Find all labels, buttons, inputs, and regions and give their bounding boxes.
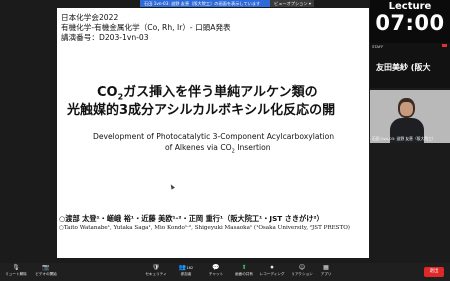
authors-japanese: ○渡部 太登¹・嵯峨 裕¹・近藤 美欧¹·²・正岡 重行¹（阪大院工¹・JST … xyxy=(59,214,324,223)
presenter-face xyxy=(400,102,413,116)
video-camera-icon: 📷 xyxy=(42,264,50,271)
start-video-button[interactable]: 📷 ビデオの開始 xyxy=(32,263,60,281)
lecture-timer: Lecture 07:00 xyxy=(370,0,450,43)
participants-button[interactable]: 👥162 参加者 xyxy=(172,263,200,281)
title-en-end: Insertion xyxy=(234,143,271,152)
view-options-menu[interactable]: ビューオプション ▾ xyxy=(270,0,314,7)
speaker-name: 友田美紗 (阪大 xyxy=(376,63,431,72)
presenter-label: 石田 1vn-03: 滋野 友恵（阪大院工） xyxy=(372,136,436,141)
lecture-time: 07:00 xyxy=(375,11,445,35)
presenter-video-tile[interactable]: 石田 1vn-03: 滋野 友恵（阪大院工） xyxy=(370,90,450,143)
authors-english: ○Taito Watanabe¹, Yutaka Saga¹, Mio Kond… xyxy=(59,225,350,231)
shared-slide: 日本化学会2022 有機化学-有機金属化学（Co, Rh, Ir）- 口頭A発表… xyxy=(57,8,369,258)
title-rest: ガス挿入を伴う単純アルケン類の xyxy=(123,85,318,100)
share-screen-button[interactable]: ⬆ 画面の共有 xyxy=(230,263,258,281)
security-button[interactable]: 🛡 セキュリティ xyxy=(142,263,170,281)
leave-button[interactable]: 退出 xyxy=(424,267,444,277)
record-icon: ⏺ xyxy=(270,264,274,271)
mute-button[interactable]: 🎙 ミュート解除 xyxy=(2,263,30,281)
share-label: 画面の共有 xyxy=(235,272,253,276)
slide-title-en-line1: Development of Photocatalytic 3-Componen… xyxy=(93,132,335,141)
apps-button[interactable]: ▦ アプリ xyxy=(312,263,340,281)
participants-label: 参加者 xyxy=(180,272,192,276)
participants-count: 162 xyxy=(186,266,194,270)
mic-icon: 🎙 xyxy=(12,264,20,271)
share-screen-icon: ⬆ xyxy=(241,264,247,271)
chat-icon: 💬 xyxy=(212,264,220,271)
talk-number: 講演番号：D203-1vn-03 xyxy=(61,33,149,42)
staff-label: STAFF xyxy=(372,44,384,49)
mute-label: ミュート解除 xyxy=(5,272,27,276)
chat-label: チャット xyxy=(208,272,224,276)
video-label: ビデオの開始 xyxy=(35,272,57,276)
muted-mic-icon xyxy=(442,44,447,47)
people-icon: 👥162 xyxy=(178,264,194,271)
slide-title-jp-line2: 光触媒的3成分アシルカルボキシル化反応の開 xyxy=(67,103,336,118)
screen-share-notice[interactable]: 石田 1vn-03: 滋野 友恵（阪大院工）の画面を表示しています xyxy=(140,0,270,7)
mouse-cursor xyxy=(169,183,175,190)
meeting-toolbar: 🎙 ミュート解除 📷 ビデオの開始 🛡 セキュリティ 👥162 参加者 💬 チャ… xyxy=(0,263,450,281)
shield-icon: 🛡 xyxy=(152,264,160,271)
security-label: セキュリティ xyxy=(145,272,167,276)
title-co: CO xyxy=(97,85,118,100)
apps-icon: ▦ xyxy=(323,264,329,271)
apps-label: アプリ xyxy=(320,272,332,276)
record-label: レコーディング xyxy=(259,272,285,276)
title-en-start: of Alkenes via CO xyxy=(165,143,232,152)
chat-button[interactable]: 💬 チャット xyxy=(202,263,230,281)
record-button[interactable]: ⏺ レコーディング xyxy=(258,263,286,281)
slide-title-en-line2: of Alkenes via CO2 Insertion xyxy=(165,143,271,155)
zoom-window: 石田 1vn-03: 滋野 友恵（阪大院工）の画面を表示しています ビューオプシ… xyxy=(0,0,450,281)
